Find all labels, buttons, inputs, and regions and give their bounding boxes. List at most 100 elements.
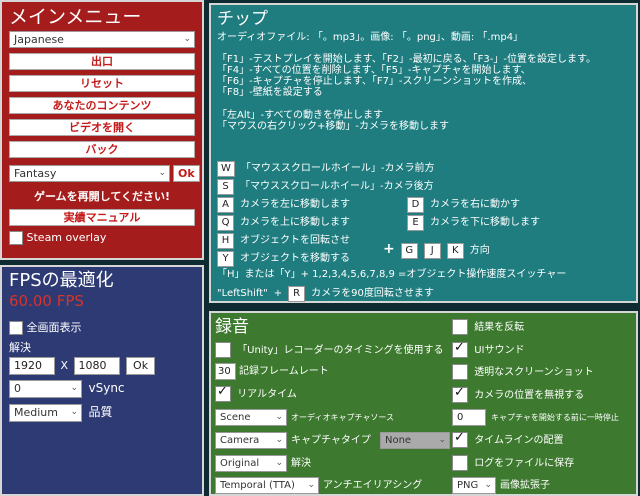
reset-button[interactable]: リセット xyxy=(9,75,195,92)
tips-line: 「F8」-壁紙を設定する xyxy=(217,87,323,98)
audio-source-label: オーディオキャプチャソース xyxy=(291,413,394,422)
invert-checkbox[interactable] xyxy=(452,319,468,335)
chevron-down-icon: ⌄ xyxy=(158,168,166,178)
quality-select[interactable]: Medium ⌄ xyxy=(9,404,82,422)
recording-panel: 録音 「Unity」レコーダーのタイミングを使用する 30 記録フレームレート … xyxy=(209,311,638,496)
key-w-text: 「マウススクロールホイール」-カメラ前方 xyxy=(240,163,435,174)
resolution-width-input[interactable]: 1920 xyxy=(9,357,55,375)
steam-overlay-label: Steam overlay xyxy=(26,231,107,244)
quality-label: 品質 xyxy=(88,405,113,419)
tips-title: チップ xyxy=(217,9,268,29)
capture-none-value: None xyxy=(385,435,412,446)
manual-button[interactable]: 実績マニュアル xyxy=(9,209,195,226)
extension-label: 画像拡張子 xyxy=(500,480,550,491)
unity-timing-checkbox[interactable] xyxy=(215,342,231,358)
direction-keys: + G J K 方向 xyxy=(383,241,490,259)
realtime-label: リアルタイム xyxy=(237,389,297,400)
fullscreen-label: 全画面表示 xyxy=(26,321,82,334)
ui-sound-row: UIサウンド xyxy=(452,340,525,358)
key-h-text: オブジェクトを回転させ xyxy=(240,235,350,246)
direction-label: 方向 xyxy=(469,245,490,256)
ignore-camera-checkbox[interactable] xyxy=(452,385,468,403)
transparent-row: 透明なスクリーンショット xyxy=(452,363,594,380)
language-value: Japanese xyxy=(14,33,64,46)
key-row-h: H オブジェクトを回転させ xyxy=(217,233,350,249)
ui-sound-checkbox[interactable] xyxy=(452,340,468,358)
main-menu-title: メインメニュー xyxy=(9,6,142,28)
rec-resolution-label: 解決 xyxy=(291,458,311,469)
antialiasing-label: アンチエイリアシング xyxy=(323,480,423,491)
chevron-down-icon: ⌄ xyxy=(307,480,315,490)
main-menu-panel: メインメニュー Japanese ⌄ 出口 リセット あなたのコンテンツ ビデオ… xyxy=(0,0,204,260)
tips-line: 「F1」-テストプレイを開始します、「F2」-最初に戻る、「F3-」-位置を設定… xyxy=(217,54,596,65)
exit-button[interactable]: 出口 xyxy=(9,53,195,70)
audio-source-value: Scene xyxy=(220,412,251,423)
extension-value: PNG xyxy=(457,480,479,491)
timeline-checkbox[interactable] xyxy=(452,430,468,448)
chevron-down-icon: ⌄ xyxy=(275,412,283,422)
resolution-ok-button[interactable]: Ok xyxy=(126,357,156,375)
steam-overlay-checkbox[interactable] xyxy=(9,231,23,245)
tips-alt-line: 「左Alt」-すべての動きを停止します xyxy=(217,110,384,121)
your-content-button[interactable]: あなたのコンテンツ xyxy=(9,97,195,114)
vsync-select[interactable]: 0 ⌄ xyxy=(9,380,82,398)
audio-source-select[interactable]: Scene ⌄ xyxy=(215,409,287,426)
key-q: Q xyxy=(217,215,234,231)
key-y: Y xyxy=(217,251,234,267)
tips-line: 「F4」-すべての位置を削除します、「F5」-キャプチャを開始します、 xyxy=(217,65,531,76)
capture-type-select[interactable]: Camera ⌄ xyxy=(215,432,287,449)
environment-select[interactable]: Fantasy ⌄ xyxy=(9,165,170,182)
key-h: H xyxy=(217,233,234,249)
unity-timing-row: 「Unity」レコーダーのタイミングを使用する xyxy=(215,341,443,358)
key-r: R xyxy=(288,286,306,302)
vsync-label: vSync xyxy=(88,381,125,395)
realtime-checkbox[interactable] xyxy=(215,384,231,402)
back-button[interactable]: バック xyxy=(9,141,195,158)
rec-resolution-value: Original xyxy=(220,458,260,469)
key-row-q: Q カメラを上に移動します xyxy=(217,215,350,231)
open-video-button[interactable]: ビデオを開く xyxy=(9,119,195,136)
language-select[interactable]: Japanese ⌄ xyxy=(9,31,195,48)
plus-sign: + xyxy=(383,241,395,257)
invert-label: 結果を反転 xyxy=(474,322,525,333)
extension-select[interactable]: PNG ⌄ xyxy=(452,477,496,494)
fullscreen-checkbox[interactable] xyxy=(9,321,23,335)
rotate-row: "LeftShift" + R カメラを90度回転させます xyxy=(217,286,434,302)
antialiasing-value: Temporal (TTA) xyxy=(220,480,295,491)
capture-none-select[interactable]: None ⌄ xyxy=(380,432,450,449)
tips-line: 「F6」-キャプチャを停止します、「F7」-スクリーンショットを作成、 xyxy=(217,76,533,87)
resolution-height-input[interactable]: 1080 xyxy=(73,357,120,375)
tips-file-types: オーディオファイル: 「。mp3」。画像: 「。png」、動画: 「.mp4」 xyxy=(217,32,524,43)
transparent-screenshot-checkbox[interactable] xyxy=(452,364,468,380)
pause-label: キャプチャを開始する前に一時停止 xyxy=(491,413,619,422)
pause-input[interactable]: 0 xyxy=(452,409,486,426)
key-d-text: カメラを右に動かす xyxy=(430,199,520,210)
realtime-row: リアルタイム xyxy=(215,384,297,402)
log-file-checkbox[interactable] xyxy=(452,455,468,471)
capture-type-label: キャプチャタイプ xyxy=(291,435,371,446)
environment-ok-button[interactable]: Ok xyxy=(173,165,200,182)
key-g: G xyxy=(400,243,418,259)
unity-timing-label: 「Unity」レコーダーのタイミングを使用する xyxy=(237,345,444,356)
chevron-down-icon: ⌄ xyxy=(438,435,446,445)
antialiasing-select[interactable]: Temporal (TTA) ⌄ xyxy=(215,477,319,494)
ui-sound-label: UIサウンド xyxy=(474,345,525,356)
chevron-down-icon: ⌄ xyxy=(183,34,191,44)
key-w: W xyxy=(217,161,235,177)
rec-resolution-select[interactable]: Original ⌄ xyxy=(215,455,287,472)
ignore-camera-row: カメラの位置を無視する xyxy=(452,385,584,403)
chevron-down-icon: ⌄ xyxy=(275,458,283,468)
chevron-down-icon: ⌄ xyxy=(275,435,283,445)
vsync-value: 0 xyxy=(14,382,21,395)
key-row-d: D カメラを右に動かす xyxy=(407,197,520,213)
key-q-text: カメラを上に移動します xyxy=(240,217,350,228)
transparent-screenshot-label: 透明なスクリーンショット xyxy=(474,367,594,378)
fps-panel: FPSの最適化 60.00 FPS 全画面表示 解決 1920 X 1080 O… xyxy=(0,265,204,496)
framerate-label: 記録フレームレート xyxy=(239,366,329,377)
framerate-input[interactable]: 30 xyxy=(215,363,236,380)
invert-row: 結果を反転 xyxy=(452,318,524,335)
key-row-e: E カメラを下に移動します xyxy=(407,215,540,231)
log-file-label: ログをファイルに保存 xyxy=(474,458,575,469)
resolution-label: 解決 xyxy=(9,341,31,354)
resolution-x-label: X xyxy=(60,359,69,372)
